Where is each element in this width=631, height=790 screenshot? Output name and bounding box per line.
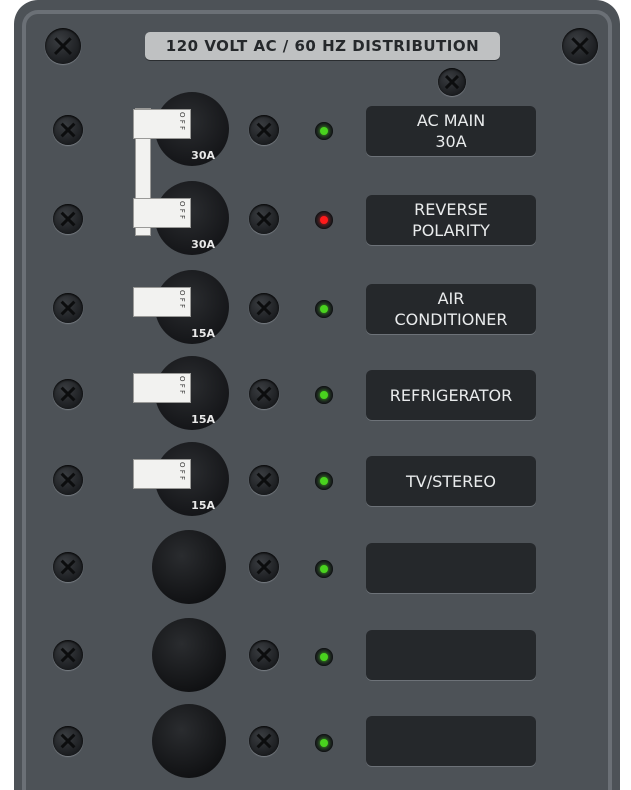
blank-label-plate [366, 543, 536, 593]
screw-icon [53, 379, 83, 409]
circuit-label: REFRIGERATOR [389, 385, 513, 405]
panel-title: 120 VOLT AC / 60 HZ DISTRIBUTION [165, 37, 480, 55]
blank-breaker-cap [152, 618, 226, 692]
breaker-rating: 30A [191, 149, 215, 162]
breaker-ac-main[interactable]: O F F 30A [133, 92, 229, 166]
circuit-label-plate: TV/STEREO [366, 456, 536, 506]
status-led-icon [315, 211, 333, 229]
screw-icon [249, 379, 279, 409]
breaker-rating: 15A [191, 413, 215, 426]
breaker-rating: 15A [191, 327, 215, 340]
toggle-off-text: O F F [178, 462, 186, 481]
circuit-label: AIR CONDITIONER [394, 289, 508, 329]
screw-icon [53, 726, 83, 756]
corner-screw-icon [45, 28, 81, 64]
breaker-rating: 15A [191, 499, 215, 512]
breaker-toggle[interactable]: O F F [133, 373, 191, 403]
circuit-label: REVERSE POLARITY [412, 200, 490, 240]
status-led-icon [315, 300, 333, 318]
breaker-toggle[interactable]: O F F [133, 198, 191, 228]
screw-icon [53, 293, 83, 323]
toggle-off-text: O F F [178, 376, 186, 395]
breaker-toggle[interactable]: O F F [133, 109, 191, 139]
screw-icon [438, 68, 466, 96]
corner-screw-icon [562, 28, 598, 64]
toggle-off-text: O F F [178, 290, 186, 309]
breaker-toggle[interactable]: O F F [133, 459, 191, 489]
screw-icon [249, 204, 279, 234]
toggle-off-text: O F F [178, 112, 186, 131]
status-led-icon [315, 560, 333, 578]
blank-label-plate [366, 630, 536, 680]
screw-icon [53, 465, 83, 495]
breaker-air-conditioner[interactable]: O F F 15A [133, 270, 229, 344]
screw-icon [53, 115, 83, 145]
breaker-rating: 30A [191, 238, 215, 251]
screw-icon [53, 640, 83, 670]
screw-icon [249, 726, 279, 756]
screw-icon [249, 640, 279, 670]
breaker-refrigerator[interactable]: O F F 15A [133, 356, 229, 430]
blank-breaker-cap [152, 530, 226, 604]
breaker-reverse-polarity[interactable]: O F F 30A [133, 181, 229, 255]
screw-icon [249, 552, 279, 582]
blank-label-plate [366, 716, 536, 766]
breaker-toggle[interactable]: O F F [133, 287, 191, 317]
circuit-label-plate: AIR CONDITIONER [366, 284, 536, 334]
status-led-icon [315, 472, 333, 490]
circuit-label: TV/STEREO [406, 471, 496, 491]
circuit-label-plate: REFRIGERATOR [366, 370, 536, 420]
status-led-icon [315, 648, 333, 666]
breaker-tv-stereo[interactable]: O F F 15A [133, 442, 229, 516]
toggle-off-text: O F F [178, 201, 186, 220]
status-led-icon [315, 386, 333, 404]
title-plate: 120 VOLT AC / 60 HZ DISTRIBUTION [145, 32, 500, 60]
circuit-label: AC MAIN 30A [416, 111, 486, 151]
status-led-icon [315, 122, 333, 140]
screw-icon [249, 293, 279, 323]
screw-icon [53, 204, 83, 234]
screw-icon [249, 465, 279, 495]
blank-breaker-cap [152, 704, 226, 778]
circuit-label-plate: REVERSE POLARITY [366, 195, 536, 245]
status-led-icon [315, 734, 333, 752]
circuit-label-plate: AC MAIN 30A [366, 106, 536, 156]
screw-icon [53, 552, 83, 582]
screw-icon [249, 115, 279, 145]
